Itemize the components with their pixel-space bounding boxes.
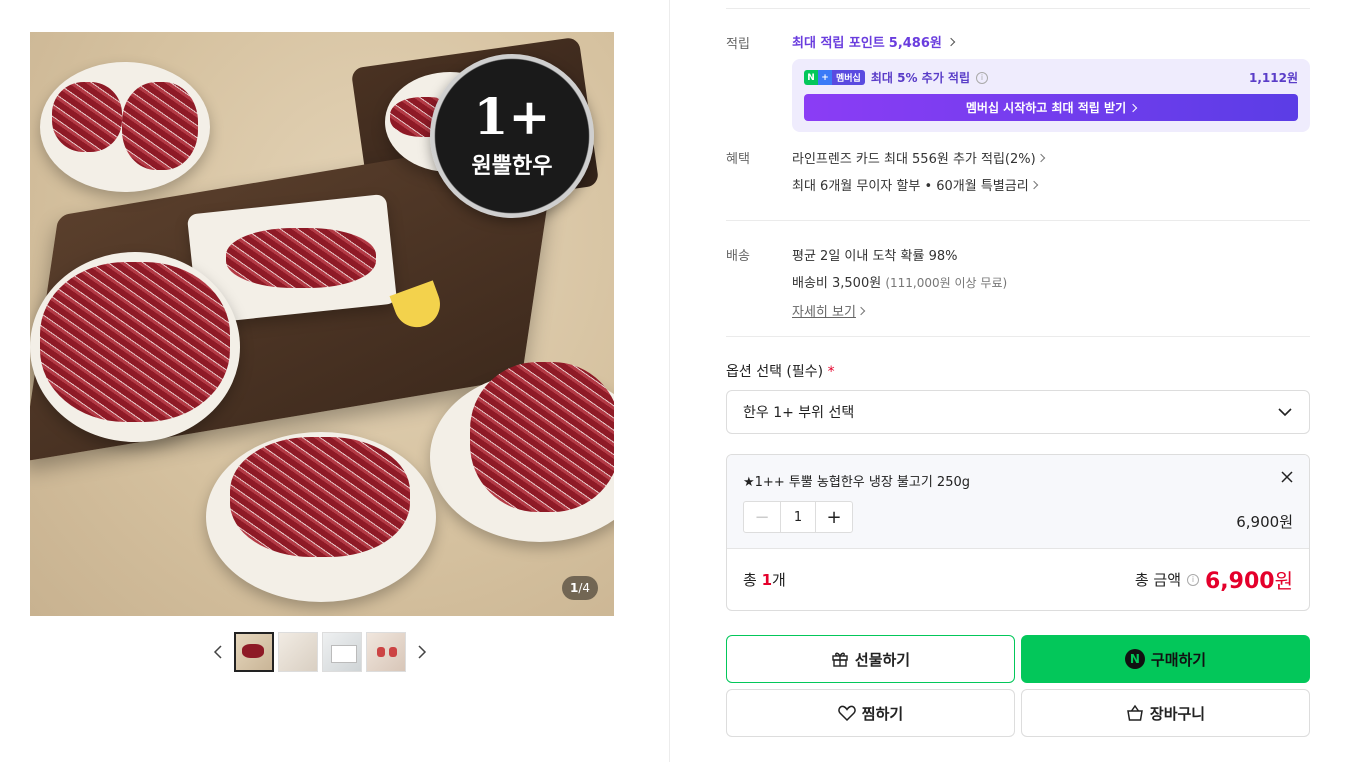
buy-button[interactable]: N 구매하기 [1021, 635, 1310, 683]
shipping-arrival: 평균 2일 이내 도착 확률 98% [792, 249, 958, 264]
increase-button[interactable]: + [816, 502, 852, 532]
thumbnail-2[interactable] [278, 632, 318, 672]
selected-option-name: ★1++ 투뿔 농협한우 냉장 불고기 250g [743, 475, 970, 490]
total-count-suffix: 개 [772, 571, 786, 589]
counter-current: 1 [569, 581, 579, 595]
image-counter: 1 / 4 [561, 576, 598, 600]
prev-arrow-icon[interactable] [206, 632, 230, 672]
heart-icon [838, 705, 856, 721]
product-info-panel: 적립 최대 적립 포인트 5,486원 N + 멤버십 최대 5% 추가 적립 … [726, 0, 1310, 737]
buy-button-label: 구매하기 [1150, 650, 1207, 669]
max-points-text: 최대 적립 포인트 [792, 36, 885, 51]
shipping-fee-free: (111,000원 이상 무료) [885, 276, 1008, 290]
cart-button[interactable]: 장바구니 [1021, 689, 1310, 737]
option-title-text: 옵션 선택 (필수) [726, 364, 824, 380]
max-points-amount: 5,486원 [888, 36, 942, 51]
divider [726, 220, 1310, 221]
benefit-section: 혜택 라인프렌즈 카드 최대 556원 추가 적립(2%) 최대 6개월 무이자… [726, 148, 1310, 202]
shipping-label: 배송 [726, 249, 750, 264]
membership-box: N + 멤버십 최대 5% 추가 적립 i 1,112원 멤버십 시작하고 최대… [792, 59, 1310, 132]
logo-n: N [804, 70, 818, 85]
divider [726, 8, 1310, 9]
required-mark: * [827, 364, 835, 380]
benefit-line-1: 라인프렌즈 카드 최대 556원 추가 적립(2%) [792, 152, 1036, 167]
wish-button[interactable]: 찜하기 [726, 689, 1015, 737]
detail-link-label: 자세히 보기 [792, 305, 856, 320]
thumbnail-strip [206, 632, 434, 672]
total-amount-unit: 원 [1274, 569, 1293, 593]
shopping-bag-icon [1127, 704, 1143, 721]
membership-start-button[interactable]: 멤버십 시작하고 최대 적립 받기 [804, 94, 1298, 121]
member-extra-text: 최대 5% 추가 적립 [870, 71, 970, 85]
quantity-stepper: − 1 + [743, 501, 853, 533]
product-page: 1+ 원뿔한우 1 / 4 적립 최대 적립 포인트 5,486원 N + 멤버… [0, 0, 1347, 762]
meat [52, 82, 122, 152]
points-section: 적립 최대 적립 포인트 5,486원 N + 멤버십 최대 5% 추가 적립 … [726, 33, 1310, 132]
npay-membership-logo: N + 멤버십 [804, 70, 865, 85]
thumbnail-3[interactable] [322, 632, 362, 672]
counter-total: 4 [582, 581, 590, 595]
total-row: 총 1개 총 금액 i 6,900원 [727, 548, 1309, 610]
grade-badge: 1+ 원뿔한우 [430, 54, 594, 218]
option-section: 옵션 선택 (필수) * 한우 1+ 부위 선택 ★1++ 투뿔 농협한우 냉장… [726, 361, 1310, 737]
total-count-prefix: 총 [743, 571, 757, 589]
gift-button[interactable]: 선물하기 [726, 635, 1015, 683]
total-amount: 총 금액 i 6,900원 [1135, 565, 1293, 594]
naver-pay-icon: N [1124, 649, 1145, 669]
gift-button-label: 선물하기 [854, 650, 911, 669]
meat [230, 437, 410, 557]
benefit-installment-link[interactable]: 최대 6개월 무이자 할부 • 60개월 특별금리 [792, 175, 1310, 194]
next-arrow-icon[interactable] [410, 632, 434, 672]
logo-text: 멤버십 [832, 70, 865, 85]
gift-icon [832, 652, 848, 667]
benefit-label: 혜택 [726, 152, 750, 167]
quantity-value[interactable]: 1 [780, 502, 816, 532]
total-amount-label: 총 금액 [1134, 571, 1181, 589]
selected-option-box: ★1++ 투뿔 농협한우 냉장 불고기 250g − 1 + 6,900원 총 … [726, 454, 1310, 611]
badge-grade: 1+ [473, 87, 551, 146]
close-icon[interactable] [1281, 471, 1293, 483]
thumbnail-4[interactable] [366, 632, 406, 672]
shipping-fee-main: 배송비 3,500원 [792, 276, 882, 291]
points-label: 적립 [726, 37, 750, 52]
shipping-detail-link[interactable]: 자세히 보기 [792, 301, 866, 320]
thumbnail-1[interactable] [234, 632, 274, 672]
chevron-down-icon [1278, 408, 1292, 417]
chevron-right-icon [1128, 103, 1138, 112]
max-points-link[interactable]: 최대 적립 포인트 5,486원 [792, 32, 1310, 51]
shipping-section: 배송 평균 2일 이내 도착 확률 98% 배송비 3,500원 (111,00… [726, 245, 1310, 320]
member-extra-amount: 1,112원 [1249, 71, 1298, 85]
meat [40, 262, 230, 422]
meat [226, 228, 376, 288]
wish-button-label: 찜하기 [861, 704, 904, 723]
chevron-right-icon [856, 306, 866, 315]
product-main-image[interactable]: 1+ 원뿔한우 1 / 4 [30, 32, 614, 616]
chevron-right-icon [1029, 180, 1038, 189]
info-icon[interactable]: i [976, 71, 988, 84]
selected-option-item: ★1++ 투뿔 농협한우 냉장 불고기 250g − 1 + 6,900원 [727, 455, 1309, 548]
total-count: 총 1개 [743, 569, 786, 590]
option-select-value: 한우 1+ 부위 선택 [743, 405, 855, 421]
meat [470, 362, 614, 512]
total-count-num: 1 [761, 571, 773, 589]
shipping-fee: 배송비 3,500원 (111,000원 이상 무료) [792, 272, 1310, 291]
meat [122, 82, 198, 170]
info-icon[interactable]: i [1187, 573, 1199, 586]
option-title: 옵션 선택 (필수) * [726, 361, 1310, 381]
decrease-button[interactable]: − [744, 502, 780, 532]
cart-button-label: 장바구니 [1149, 704, 1206, 723]
chevron-right-icon [1036, 153, 1045, 162]
column-divider [669, 0, 670, 762]
selected-option-price: 6,900원 [1236, 513, 1293, 531]
logo-plus: + [818, 70, 832, 85]
total-amount-value: 6,900 [1205, 569, 1275, 594]
chevron-right-icon [946, 37, 956, 46]
benefit-card-link[interactable]: 라인프렌즈 카드 최대 556원 추가 적립(2%) [792, 148, 1310, 167]
action-buttons: 선물하기 N 구매하기 찜하기 장바구니 [726, 635, 1310, 737]
divider [726, 336, 1310, 337]
option-select[interactable]: 한우 1+ 부위 선택 [726, 390, 1310, 434]
benefit-line-2: 최대 6개월 무이자 할부 • 60개월 특별금리 [792, 179, 1029, 194]
badge-label: 원뿔한우 [471, 154, 553, 179]
membership-button-label: 멤버십 시작하고 최대 적립 받기 [965, 101, 1127, 115]
